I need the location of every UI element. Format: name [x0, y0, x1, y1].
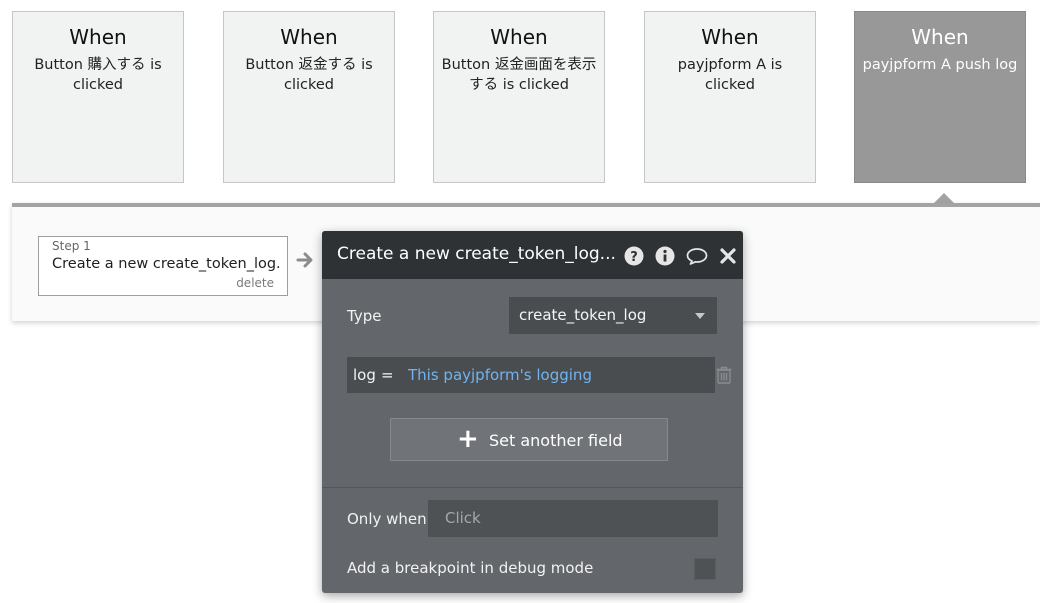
only-when-condition-input[interactable]: Click	[428, 500, 718, 537]
event-trigger-text: payjpform A push log	[862, 57, 1018, 73]
panel-header: Create a new create_token_log... ?	[322, 231, 743, 279]
event-when-label: When	[490, 25, 548, 49]
panel-divider	[322, 487, 743, 488]
field-assignment-row[interactable]: log = This payjpform's logging	[347, 357, 715, 393]
event-trigger-text: payjpform A is clicked	[677, 57, 783, 93]
event-card-purchase-button[interactable]: When Button 購入する is clicked	[12, 11, 184, 183]
only-when-placeholder: Click	[445, 509, 481, 527]
event-trigger-text: Button 返金する is clicked	[245, 57, 373, 93]
field-operator: =	[381, 366, 394, 384]
event-when-label: When	[280, 25, 338, 49]
event-card-show-refund-screen[interactable]: When Button 返金画面を表示する is clicked	[433, 11, 605, 183]
event-when-label: When	[701, 25, 759, 49]
event-when-label: When	[69, 25, 127, 49]
workflow-step-card[interactable]: Step 1 Create a new create_token_log... …	[38, 236, 288, 296]
svg-text:?: ?	[630, 250, 638, 265]
panel-title: Create a new create_token_log...	[337, 244, 616, 264]
field-name: log	[353, 366, 376, 384]
type-selected-value: create_token_log	[519, 306, 647, 324]
close-icon[interactable]	[718, 246, 738, 266]
step-number-label: Step 1	[52, 239, 91, 253]
type-select[interactable]: create_token_log	[509, 297, 717, 334]
arrow-right-icon	[296, 252, 313, 268]
comment-icon[interactable]	[685, 246, 709, 266]
breakpoint-checkbox[interactable]	[694, 558, 716, 580]
event-trigger-text: Button 返金画面を表示する is clicked	[441, 57, 597, 93]
trash-icon[interactable]	[715, 365, 733, 385]
set-another-field-label: Set another field	[489, 431, 623, 450]
event-card-payjpform-clicked[interactable]: When payjpform A is clicked	[644, 11, 816, 183]
set-another-field-button[interactable]: + Set another field	[390, 418, 668, 461]
event-card-refund-button[interactable]: When Button 返金する is clicked	[223, 11, 395, 183]
plus-icon: +	[457, 424, 479, 454]
event-trigger-text: Button 購入する is clicked	[34, 57, 162, 93]
step-title: Create a new create_token_log...	[52, 256, 280, 272]
only-when-label: Only when	[347, 510, 427, 528]
active-event-pointer	[934, 193, 954, 203]
help-icon[interactable]: ?	[624, 246, 644, 266]
event-when-label: When	[911, 25, 969, 49]
chevron-down-icon	[695, 313, 705, 319]
action-editor-panel: Create a new create_token_log... ? Type …	[322, 231, 743, 593]
type-label: Type	[347, 307, 382, 325]
field-expression[interactable]: This payjpform's logging	[408, 366, 592, 384]
breakpoint-label: Add a breakpoint in debug mode	[347, 559, 594, 577]
info-icon[interactable]	[655, 246, 675, 266]
step-delete-link[interactable]: delete	[236, 276, 274, 290]
event-card-payjpform-push-log[interactable]: When payjpform A push log	[854, 11, 1026, 183]
